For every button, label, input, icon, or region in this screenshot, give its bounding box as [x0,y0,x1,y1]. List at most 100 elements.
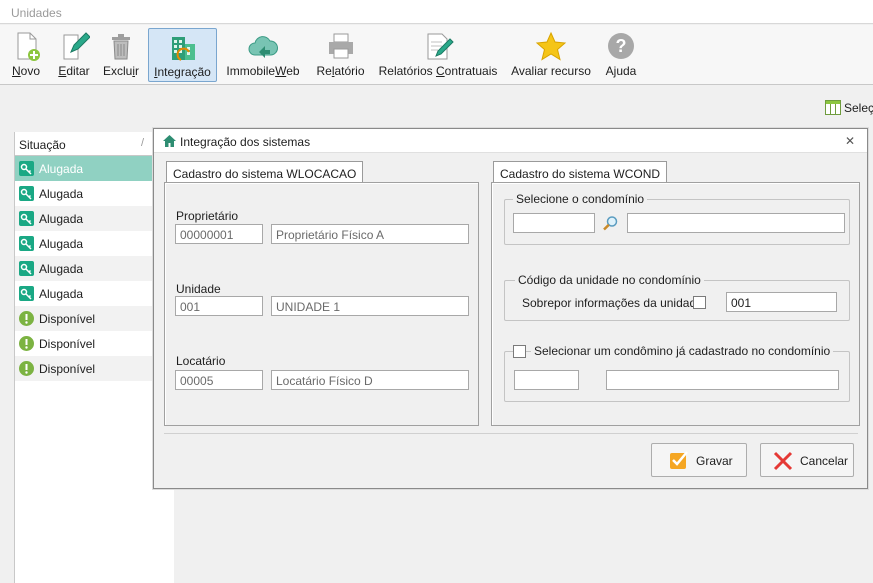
table-row[interactable]: Disponível [15,306,174,331]
select-columns-label: Seleç [844,101,873,115]
owner-code-field[interactable]: 00000001 [175,224,263,244]
dialog-title: Integração dos sistemas [180,135,311,149]
tab-wlocacao[interactable]: Cadastro do sistema WLOCACAO [166,161,364,183]
override-label: Sobrepor informações da unidade [522,296,703,310]
contract-reports-button[interactable]: Relatórios Contratuais [376,28,500,82]
unit-name-field[interactable]: UNIDADE 1 [271,296,469,316]
tab-wcond-label: Cadastro do sistema WCOND [500,167,661,181]
edit-label: Editar [58,64,90,78]
tenant-label: Locatário [176,354,226,368]
new-document-icon [17,32,40,61]
key-icon [19,211,34,226]
existing-owner-group-title: Selecionar um condômino já cadastrado no… [531,344,834,358]
table-row[interactable]: Alugada [15,231,174,256]
immobileweb-label: ImmobileWeb [226,64,300,78]
trash-icon [112,34,130,60]
delete-button[interactable]: Excluir [100,28,142,82]
save-button[interactable]: Gravar [651,443,747,477]
new-label: Novo [11,64,41,78]
row-status: Disponível [39,362,96,376]
table-row[interactable]: Alugada [15,206,174,231]
help-icon: ? [608,33,634,59]
save-label: Gravar [696,454,733,468]
tenant-name-field[interactable]: Locatário Físico D [271,370,469,390]
select-columns-button[interactable]: Seleç [825,100,873,118]
owner-label: Proprietário [176,209,239,223]
condo-unit-code-field[interactable]: 001 [726,292,837,312]
grid-header-label: Situação [19,138,66,152]
wcond-panel: Selecione o condomínio Código da unidade… [491,182,860,426]
dialog-separator [164,433,858,434]
help-label: Ajuda [605,64,637,78]
sort-icon: / [141,137,145,149]
unit-code-group-title: Código da unidade no condomínio [515,273,704,287]
row-status: Alugada [39,237,84,251]
condo-group: Selecione o condomínio [504,192,850,245]
rate-resource-label: Avaliar recurso [511,64,591,78]
row-status: Alugada [39,212,84,226]
units-grid: Situação / Alugada Alugada Alugada Aluga… [14,132,174,583]
existing-owner-name-field[interactable] [606,370,839,390]
close-icon[interactable]: ✕ [843,134,857,148]
condo-group-title: Selecione o condomínio [513,192,648,206]
existing-owner-group: Selecionar um condômino já cadastrado no… [504,344,850,402]
integration-label: Integração [154,65,211,79]
integration-dialog: Integração dos sistemas ✕ Cadastro do si… [153,128,868,489]
override-checkbox[interactable] [693,296,706,309]
condo-name-field[interactable] [627,213,845,233]
dialog-titlebar: Integração dos sistemas [154,129,867,153]
key-icon [19,261,34,276]
row-status: Alugada [39,262,84,276]
integration-button[interactable]: Integração [148,28,217,82]
table-row[interactable]: Alugada [15,281,174,306]
star-icon [535,31,567,61]
table-row[interactable]: Alugada [15,256,174,281]
table-row[interactable]: Alugada [15,181,174,206]
alert-icon [19,361,34,376]
toolbar: Novo Editar Excluir Integração ImmobileW… [0,25,873,85]
delete-label: Excluir [102,64,139,78]
table-row[interactable]: Disponível [15,356,174,381]
search-icon[interactable] [602,215,619,232]
cloud-upload-icon [248,36,278,58]
immobileweb-button[interactable]: ImmobileWeb [223,28,303,82]
row-status: Disponível [39,312,96,326]
report-button[interactable]: Relatório [313,28,368,82]
table-row[interactable]: Disponível [15,331,174,356]
document-sign-icon [427,33,454,60]
unit-code-field[interactable]: 001 [175,296,263,316]
owner-name-field[interactable]: Proprietário Físico A [271,224,469,244]
new-button[interactable]: Novo [5,28,47,82]
cancel-button[interactable]: Cancelar [760,443,854,477]
existing-owner-code-field[interactable] [514,370,579,390]
table-row[interactable]: Alugada [15,156,174,181]
columns-icon [825,100,841,115]
printer-icon [328,33,353,59]
contract-reports-label: Relatórios Contratuais [378,64,498,78]
unit-label: Unidade [176,282,221,296]
row-status: Alugada [39,287,84,301]
key-icon [19,186,34,201]
key-icon [19,161,34,176]
key-icon [19,286,34,301]
tenant-code-field[interactable]: 00005 [175,370,263,390]
row-status: Alugada [39,162,84,176]
tab-wlocacao-label: Cadastro do sistema WLOCACAO [173,167,357,181]
alert-icon [19,311,34,326]
buildings-icon [171,37,195,61]
close-x-icon [773,451,793,471]
row-status: Alugada [39,187,84,201]
unit-code-group: Código da unidade no condomínio Sobrepor… [504,273,850,321]
existing-owner-checkbox[interactable] [513,345,526,358]
edit-button[interactable]: Editar [54,28,94,82]
rate-resource-button[interactable]: Avaliar recurso [508,28,594,82]
alert-icon [19,336,34,351]
grid-header-situacao[interactable]: Situação / [15,132,174,156]
home-icon [163,135,176,147]
help-button[interactable]: ? Ajuda [600,28,642,82]
tab-wcond[interactable]: Cadastro do sistema WCOND [493,161,668,183]
window-title: Unidades [0,0,873,24]
condo-code-field[interactable] [513,213,595,233]
edit-pencil-icon [63,32,90,60]
key-icon [19,236,34,251]
